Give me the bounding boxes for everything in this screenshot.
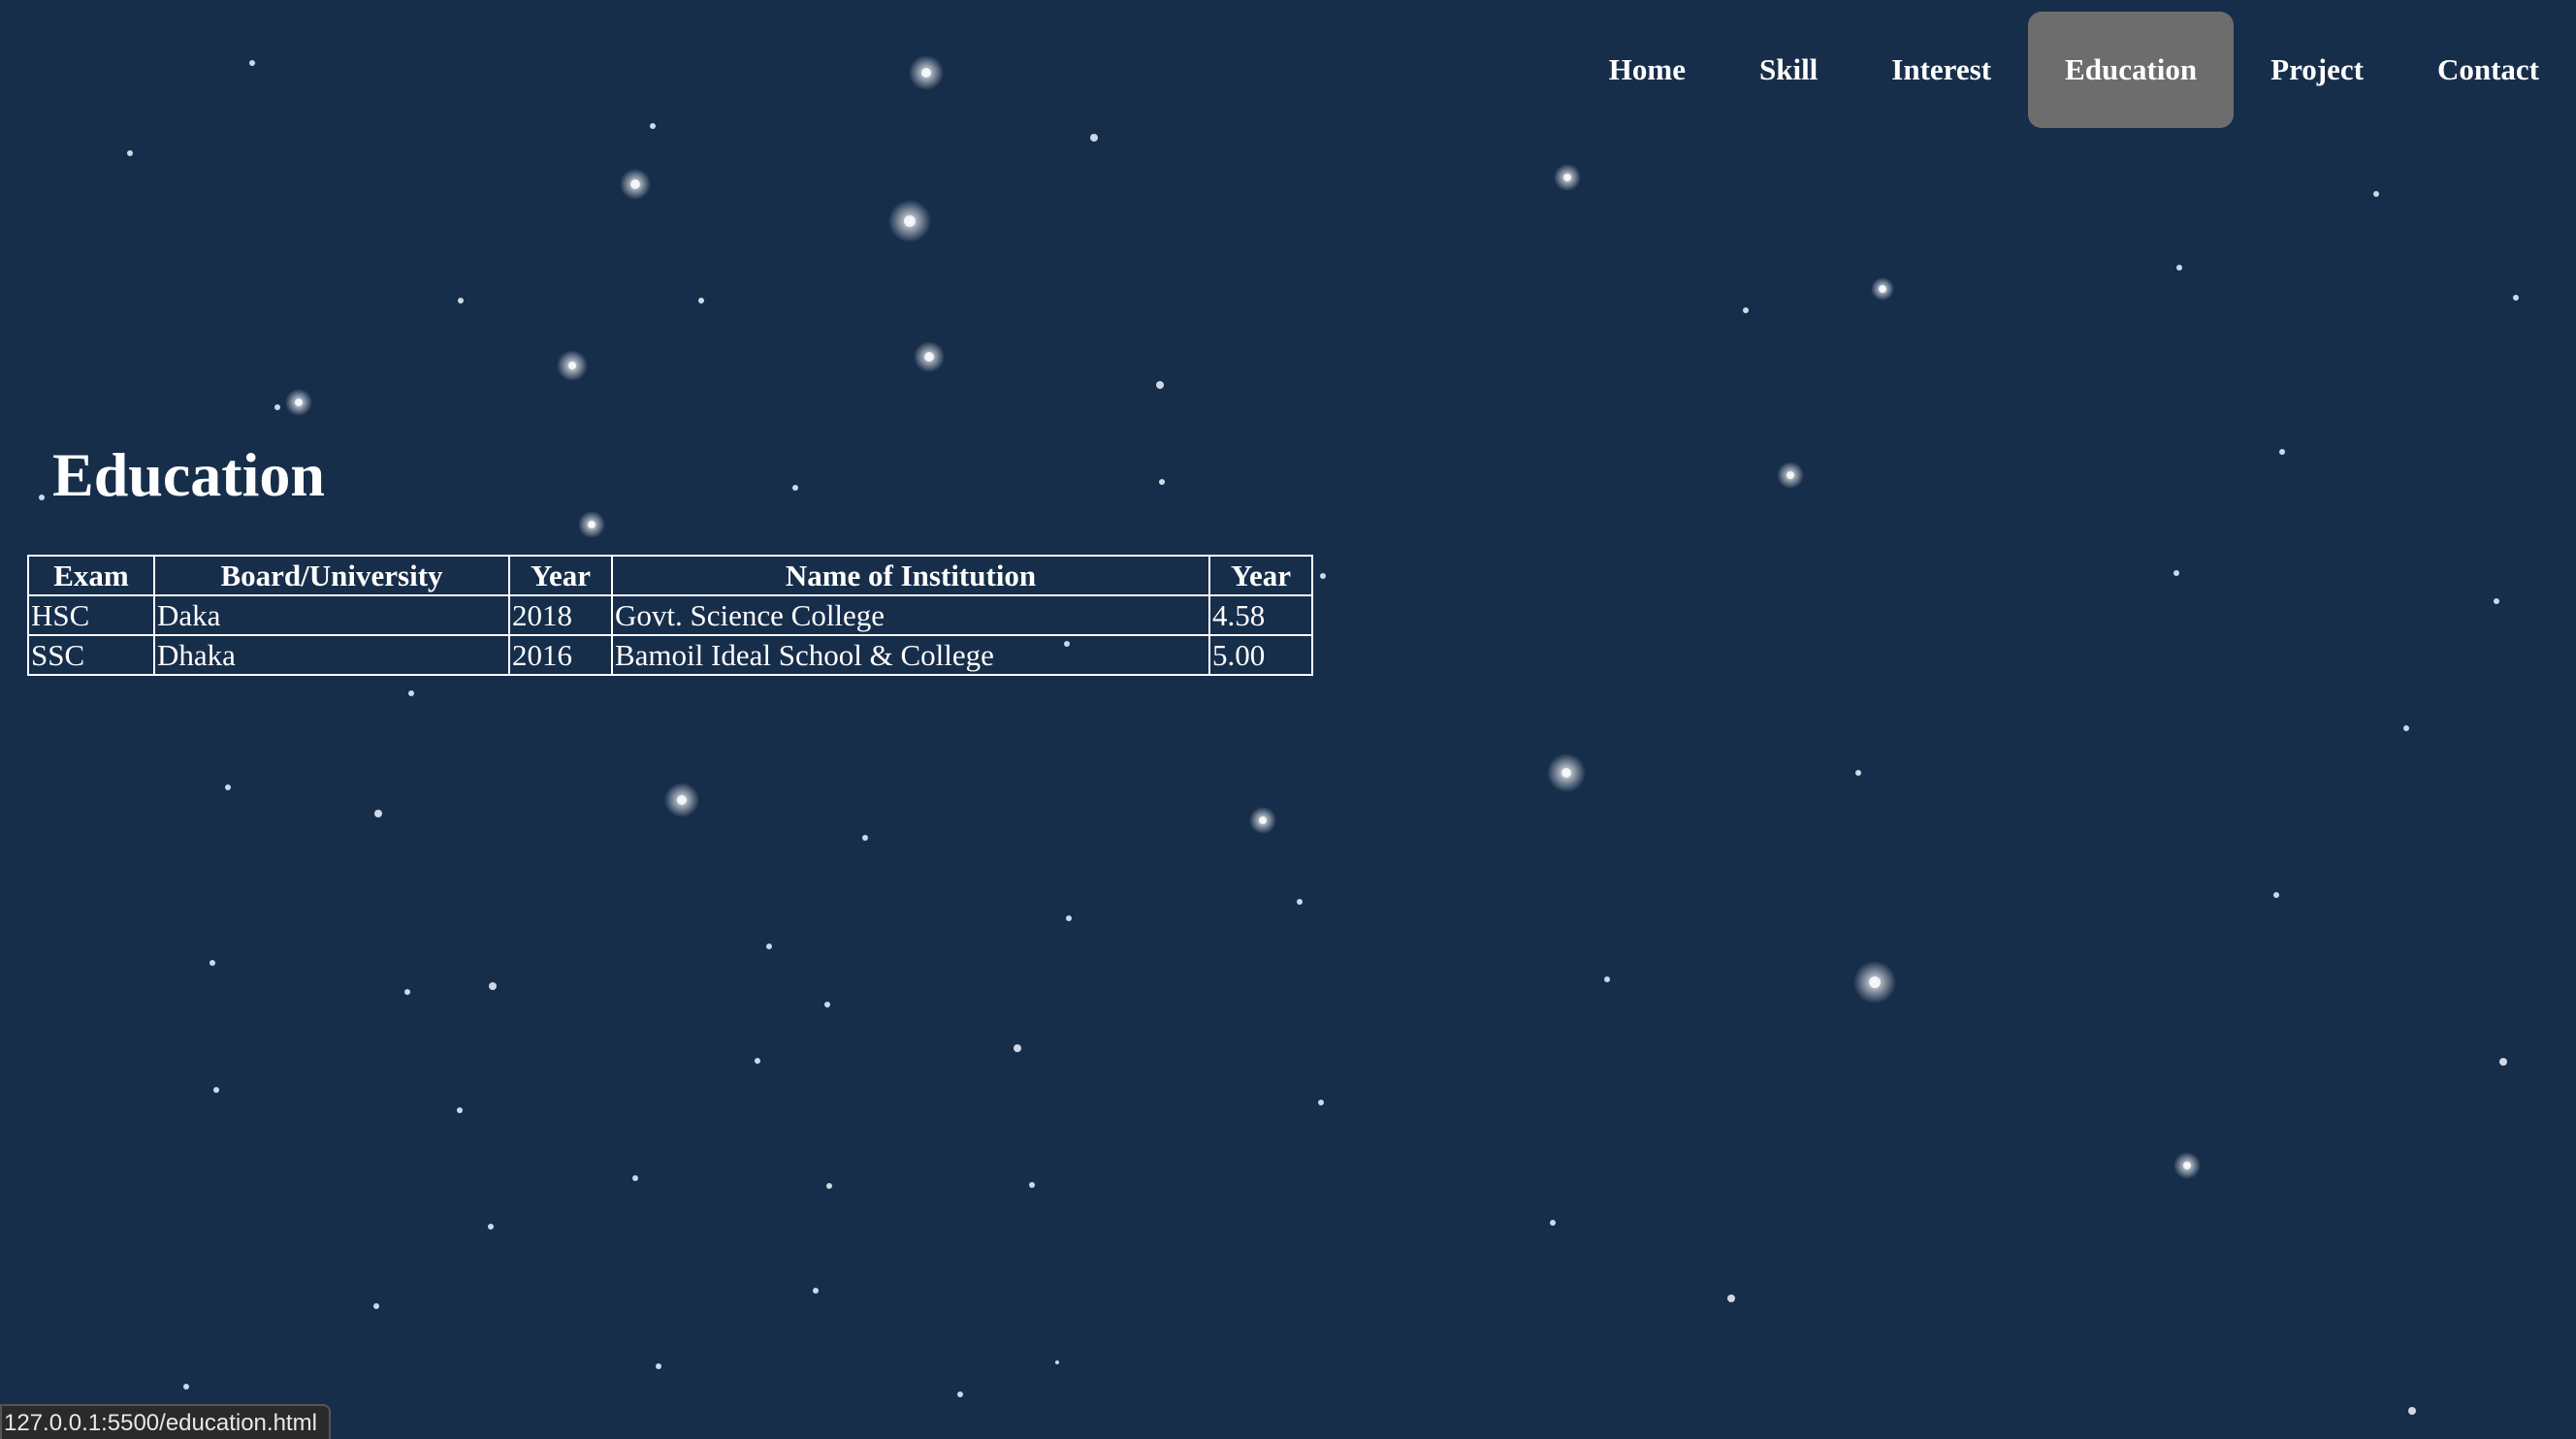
main-nav: Home Skill Interest Education Project Co… <box>1572 12 2576 128</box>
column-header-institution: Name of Institution <box>611 555 1210 596</box>
table-cell-result: 4.58 <box>1208 594 1313 636</box>
table-cell-board: Daka <box>153 594 510 636</box>
nav-interest-link[interactable]: Interest <box>1854 12 2028 128</box>
nav-project-link[interactable]: Project <box>2234 12 2400 128</box>
table-header-row: Exam Board/University Year Name of Insti… <box>27 555 1313 596</box>
table-cell-board: Dhaka <box>153 634 510 676</box>
table-cell-year: 2018 <box>508 594 613 636</box>
table-cell-result: 5.00 <box>1208 634 1313 676</box>
nav-home-link[interactable]: Home <box>1572 12 1723 128</box>
column-header-board: Board/University <box>153 555 510 596</box>
column-header-result-year: Year <box>1208 555 1313 596</box>
education-table: Exam Board/University Year Name of Insti… <box>27 555 1313 676</box>
starfield-background <box>39 55 2519 1415</box>
page-title: Education <box>52 440 325 509</box>
table-cell-institution: Bamoil Ideal School & College <box>611 634 1210 676</box>
link-preview-status-bar: 127.0.0.1:5500/education.html <box>0 1404 331 1439</box>
nav-skill-link[interactable]: Skill <box>1723 12 1854 128</box>
table-cell-exam: HSC <box>27 594 155 636</box>
table-row: SSC Dhaka 2016 Bamoil Ideal School & Col… <box>27 634 1313 676</box>
table-cell-year: 2016 <box>508 634 613 676</box>
column-header-year: Year <box>508 555 613 596</box>
table-cell-exam: SSC <box>27 634 155 676</box>
table-cell-institution: Govt. Science College <box>611 594 1210 636</box>
nav-contact-link[interactable]: Contact <box>2400 12 2576 128</box>
table-row: HSC Daka 2018 Govt. Science College 4.58 <box>27 594 1313 636</box>
column-header-exam: Exam <box>27 555 155 596</box>
nav-education-link[interactable]: Education <box>2028 12 2235 128</box>
